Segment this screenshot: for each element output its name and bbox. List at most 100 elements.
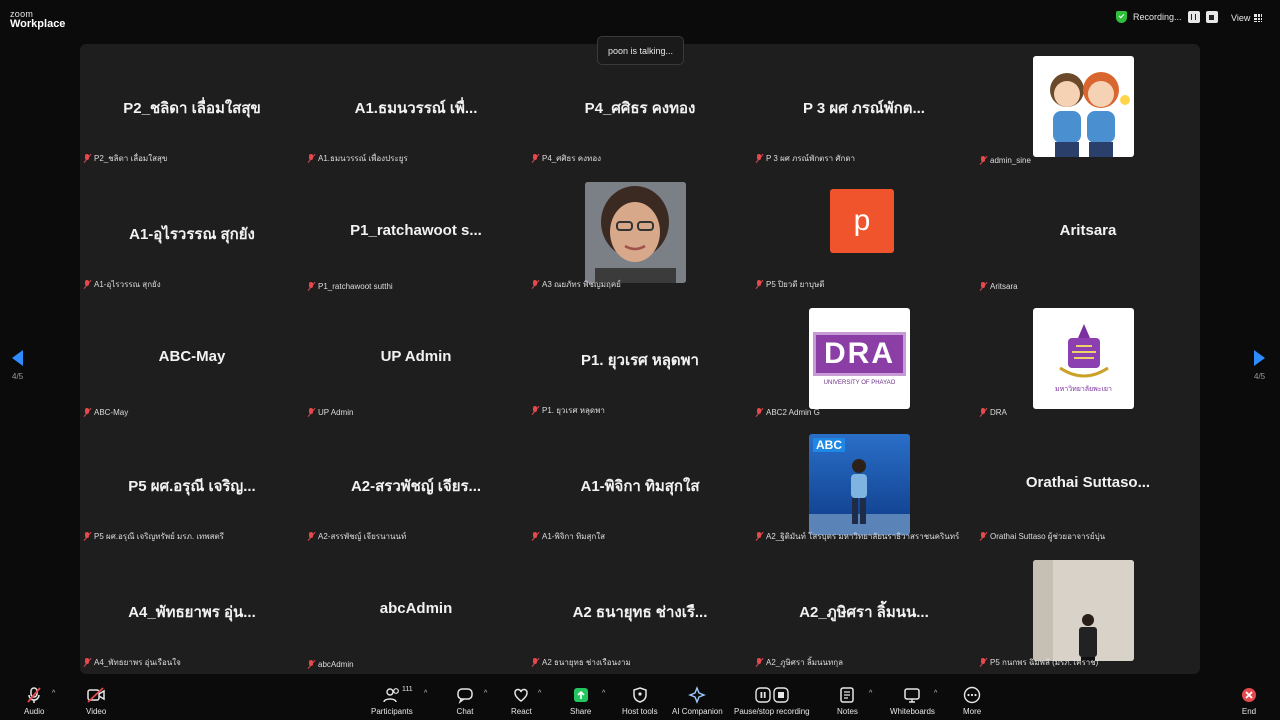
avatar-photo (585, 182, 686, 283)
active-speaker-toast: poon is talking... (597, 36, 684, 65)
participant-tile[interactable]: Aritsara Aritsara (976, 170, 1200, 296)
whiteboards-options-caret[interactable]: ^ (934, 690, 937, 697)
participant-name-text: A4_พัทธยาพร อุ่นเรือนใจ (94, 658, 181, 667)
participant-tile[interactable]: A2-สรวพัชญ์ เจียร... A2-สรรพัชญ์ เจียรนาน… (304, 422, 528, 548)
participant-tile[interactable]: UP Admin UP Admin (304, 296, 528, 422)
participant-tile[interactable]: A2 ธนายุทธ ช่างเรื... A2 ธนายุทธ ช่างเรือ… (528, 548, 752, 674)
participant-tile[interactable]: A4_พัทธยาพร อุ่น... A4_พัทธยาพร อุ่นเรือน… (80, 548, 304, 674)
participant-display-name: P2_ชลิดา เลื่อมใสสุข (123, 100, 261, 117)
participant-name-text: A2 ธนายุทธ ช่างเรือนงาม (542, 658, 631, 667)
participant-name-text: Orathai Suttaso ผู้ช่วยอาจารย์บุ่น (990, 532, 1106, 541)
mic-muted-icon (83, 154, 91, 163)
participant-name-label: P 3 ผศ ภรณ์พักตรา ศักดา (755, 152, 855, 165)
participant-tile[interactable]: ABC A2_ฐิติมันท์ โสรบุตร มหาวิทยาลัยนราธิ… (752, 422, 976, 548)
mic-muted-icon (531, 280, 539, 289)
avatar-poster-photo: ABC (809, 434, 910, 535)
participant-tile[interactable]: admin_sine (976, 44, 1200, 170)
shield-check-icon (1116, 11, 1127, 23)
chat-options-caret[interactable]: ^ (484, 690, 487, 697)
participant-display-name: A1.ธมนวรรณ์ เพื่... (354, 100, 478, 117)
mic-muted-icon (979, 658, 987, 667)
participant-name-text: P1. ยุวเรศ หลุดพา (542, 406, 605, 415)
prev-page-button[interactable]: 4/5 (12, 350, 23, 381)
participant-display-name: A1-พิจิกา ทิมสุกใส (580, 478, 700, 495)
notes-options-caret[interactable]: ^ (869, 690, 872, 697)
pause-recording-button[interactable] (1187, 11, 1200, 23)
share-options-caret[interactable]: ^ (602, 690, 605, 697)
top-bar: zoom Workplace Recording... View (0, 0, 1280, 36)
mic-muted-icon (979, 408, 987, 417)
participant-tile[interactable]: p P5 ปิยวดี ยาบุษดี (752, 170, 976, 296)
participant-tile[interactable]: abcAdmin abcAdmin (304, 548, 528, 674)
whiteboards-label: Whiteboards (890, 707, 935, 716)
participant-name-text: P5 ผศ.อรุณี เจริญทรัพย์ มรภ. เทพสตรี (94, 532, 224, 541)
participant-name-label: A4_พัทธยาพร อุ่นเรือนใจ (83, 656, 181, 669)
participant-tile[interactable]: A2_ภูษิศรา ลิ้มนน... A2_ภูษิศรา ลิ้มนนทกุ… (752, 548, 976, 674)
share-screen-icon (572, 686, 590, 704)
participant-tile[interactable]: ABC-May ABC-May (80, 296, 304, 422)
mic-muted-icon (83, 532, 91, 541)
participant-display-name: ABC-May (158, 348, 226, 365)
audio-button[interactable]: Audio (24, 686, 44, 716)
participant-tile[interactable]: P1_ratchawoot s... P1_ratchawoot sutthi (304, 170, 528, 296)
mic-muted-icon (307, 408, 315, 417)
participant-tile[interactable]: A3 ณยภัทร พิชญมฤคย์ (528, 170, 752, 296)
participant-tile[interactable]: DRA UNIVERSITY OF PHAYAO ABC2 Admin G (752, 296, 976, 422)
ai-companion-button[interactable]: AI Companion (672, 686, 723, 716)
participant-tile[interactable]: มหาวิทยาลัยพะเยา DRA (976, 296, 1200, 422)
university-seal-icon (1058, 324, 1109, 378)
more-button[interactable]: More (963, 686, 981, 716)
participant-name-label: UP Admin (307, 408, 353, 417)
poster-logo-text: ABC (813, 438, 845, 452)
participants-options-caret[interactable]: ^ (424, 690, 427, 697)
participant-name-label: DRA (979, 408, 1007, 417)
participant-tile[interactable]: A1.ธมนวรรณ์ เพื่... A1.ธมนวรรณ์ เพื่องประ… (304, 44, 528, 170)
participant-display-name: A4_พัทธยาพร อุ่น... (128, 604, 256, 621)
participant-tile[interactable]: A1-พิจิกา ทิมสุกใส A1-พิจิกา ทิมสุกใส (528, 422, 752, 548)
pause-icon (1191, 14, 1197, 20)
participant-tile[interactable]: A1-อุไรวรรณ สุกยัง A1-อุไรวรรณ สุกยัง (80, 170, 304, 296)
recording-controls-label: Pause/stop recording (734, 707, 810, 716)
participant-tile[interactable]: P5 กนกพร ฉิมพลี (มรภ.โคราช) (976, 548, 1200, 674)
notes-button[interactable]: Notes (837, 686, 858, 716)
participant-name-label: A2 ธนายุทธ ช่างเรือนงาม (531, 656, 631, 669)
cartoon-people-icon (1050, 72, 1130, 157)
mic-muted-icon (755, 532, 763, 541)
mic-muted-icon (979, 282, 987, 291)
participant-display-name: UP Admin (380, 348, 452, 365)
share-button[interactable]: Share (570, 686, 591, 716)
whiteboards-button[interactable]: Whiteboards (890, 686, 935, 716)
participant-display-name: P1. ยุวเรศ หลุดพา (581, 352, 699, 369)
mic-muted-icon (83, 408, 91, 417)
host-tools-button[interactable]: Host tools (622, 686, 658, 716)
mic-muted-icon (755, 408, 763, 417)
view-button[interactable]: View (1231, 13, 1263, 23)
participant-name-label: P2_ชลิดา เลื่อมใสสุข (83, 152, 167, 165)
participant-name-text: P1_ratchawoot sutthi (318, 282, 393, 291)
video-button[interactable]: Video (86, 686, 106, 716)
participant-tile[interactable]: P5 ผศ.อรุณี เจริญ... P5 ผศ.อรุณี เจริญทรั… (80, 422, 304, 548)
mic-muted-icon (307, 660, 315, 669)
participant-display-name: P5 ผศ.อรุณี เจริญ... (128, 478, 256, 495)
chat-button[interactable]: Chat (456, 686, 474, 716)
next-page-button[interactable]: 4/5 (1254, 350, 1265, 381)
host-tools-label: Host tools (622, 707, 658, 716)
participant-display-name: P1_ratchawoot s... (350, 222, 482, 239)
participant-display-name: A1-อุไรวรรณ สุกยัง (129, 226, 255, 243)
end-call-icon (1240, 686, 1258, 704)
participant-tile[interactable]: P1. ยุวเรศ หลุดพา P1. ยุวเรศ หลุดพา (528, 296, 752, 422)
participant-tile[interactable]: P2_ชลิดา เลื่อมใสสุข P2_ชลิดา เลื่อมใสสุข (80, 44, 304, 170)
react-button[interactable]: React (511, 686, 532, 716)
end-button[interactable]: End (1240, 686, 1258, 716)
recording-label: Recording... (1133, 12, 1182, 22)
participant-name-text: Aritsara (990, 282, 1018, 291)
participant-tile[interactable]: Orathai Suttaso... Orathai Suttaso ผู้ช่ว… (976, 422, 1200, 548)
mic-off-icon (25, 686, 43, 704)
ai-companion-label: AI Companion (672, 707, 723, 716)
university-name: มหาวิทยาลัยพะเยา (1055, 386, 1112, 393)
pause-stop-recording-button[interactable]: Pause/stop recording (734, 686, 810, 716)
stop-recording-button[interactable] (1205, 11, 1218, 23)
react-options-caret[interactable]: ^ (538, 690, 541, 697)
participant-tile[interactable]: P 3 ผศ ภรณ์พักต... P 3 ผศ ภรณ์พักตรา ศักด… (752, 44, 976, 170)
audio-options-caret[interactable]: ^ (52, 690, 55, 697)
